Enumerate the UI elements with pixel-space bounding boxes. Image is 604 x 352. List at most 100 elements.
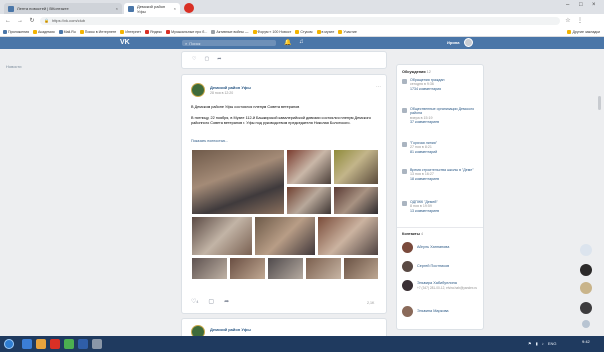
contact-item[interactable]: Сергей Постников: [402, 261, 482, 272]
bookmark-stukom[interactable]: Стуком: [295, 29, 313, 34]
discussion-icon: [402, 142, 407, 147]
search-input[interactable]: ⌕ Поиск: [182, 40, 276, 46]
discussion-item[interactable]: Обращения граждан сегодня в 9:36 1734 ко…: [402, 78, 482, 91]
music-icon[interactable]: ♫: [299, 39, 304, 45]
post-photo[interactable]: [191, 149, 285, 215]
bookmark-mail[interactable]: Mail.Ru: [58, 29, 76, 34]
bookmarks-bar: Приложения Академия Mail.Ru Поиск в Инте…: [0, 27, 604, 37]
bookmark-other[interactable]: Другие закладки: [567, 29, 600, 34]
bookmark-music[interactable]: Музыкальные про б...: [166, 29, 207, 34]
discussion-icon: [402, 201, 407, 206]
discussion-count: 1734 комментария: [410, 86, 442, 91]
post-photo[interactable]: [333, 186, 379, 215]
chrome-icon[interactable]: [64, 339, 74, 349]
like-icon[interactable]: ♡: [192, 56, 196, 62]
bookmark-forum[interactable]: Форум « 100 Новост: [252, 29, 291, 34]
clock[interactable]: 9:42: [582, 339, 590, 345]
post-photo[interactable]: [286, 186, 332, 215]
discussion-item[interactable]: Время строительства школы в "Деме" 13 но…: [402, 168, 482, 181]
bookmark-label: Поиск в Интернете: [84, 29, 117, 34]
left-menu-news[interactable]: Новости: [6, 64, 21, 69]
discussion-item[interactable]: Общественные организации Демского района…: [402, 107, 482, 124]
avatar[interactable]: [580, 282, 592, 294]
comment-icon[interactable]: ▢: [204, 56, 209, 62]
menu-icon[interactable]: ⋮: [576, 17, 584, 24]
new-tab-button[interactable]: [184, 3, 194, 13]
like-button[interactable]: ♡4: [191, 298, 198, 305]
browser-tab-demsky[interactable]: Демский район Уфы ×: [124, 3, 180, 14]
window-close-icon[interactable]: ×: [592, 2, 596, 8]
bookmark-label: в музее: [321, 29, 335, 34]
settings-icon[interactable]: [582, 320, 590, 328]
post-author[interactable]: Демский район Уфы: [210, 327, 251, 332]
star-icon[interactable]: ☆: [564, 17, 572, 24]
post-photo[interactable]: [191, 216, 253, 256]
network-icon[interactable]: ▮: [536, 341, 538, 346]
bookmark-search[interactable]: Поиск в Интернете: [79, 29, 117, 34]
post-body: В пятницу, 22 ноября, в Музее 112-й Башк…: [191, 116, 371, 125]
bookmark-label: Mail.Ru: [63, 29, 76, 34]
user-name[interactable]: Ирина: [447, 40, 459, 45]
notifications-icon[interactable]: 🔔: [284, 39, 291, 46]
discussion-item[interactable]: ОДПЖК "Демей" 8 ноя в 19:59 13 комментар…: [402, 200, 482, 213]
url-input[interactable]: 🔒 https://vk.com/club: [40, 16, 560, 25]
bookmark-museum[interactable]: в музее: [316, 29, 335, 34]
bookmark-participation[interactable]: Участие: [338, 29, 357, 34]
bookmark-apps[interactable]: Приложения: [3, 29, 29, 34]
discussions-title[interactable]: Обсуждения 12: [402, 70, 431, 74]
post-photo[interactable]: [229, 257, 266, 280]
post-photo[interactable]: [286, 149, 332, 185]
share-icon[interactable]: ➦: [217, 56, 221, 62]
contacts-title[interactable]: Контакты 4: [402, 232, 423, 236]
contact-item[interactable]: Айгуль Ханнанова: [402, 242, 482, 253]
post-date[interactable]: 28 ноя в 12:20: [210, 91, 233, 95]
browser-tab-news[interactable]: Лента новостей | ВКонтакте ×: [4, 3, 122, 14]
post-photo[interactable]: [343, 257, 379, 280]
show-more-link[interactable]: Показать полностью...: [191, 139, 228, 143]
minimize-icon[interactable]: –: [566, 2, 569, 8]
folder-icon: [567, 29, 572, 34]
close-icon[interactable]: ×: [174, 6, 176, 11]
comment-icon[interactable]: ▢: [208, 298, 214, 305]
post-photo[interactable]: [317, 216, 379, 256]
contact-item[interactable]: Эльвина Маркова: [402, 306, 482, 317]
avatar[interactable]: [580, 302, 592, 314]
bookmark-internet[interactable]: Интернет: [120, 29, 141, 34]
volume-icon[interactable]: ♪: [542, 341, 544, 346]
ie-icon[interactable]: [22, 339, 32, 349]
bookmark-label: Другие закладки: [572, 29, 600, 34]
scrollbar[interactable]: [598, 96, 601, 110]
reload-icon[interactable]: ↻: [28, 17, 36, 24]
more-options-icon[interactable]: ⋯: [376, 84, 381, 90]
chat-bubble-icon[interactable]: [580, 244, 592, 256]
bookmark-academy[interactable]: Академия: [33, 29, 55, 34]
folder-icon[interactable]: [36, 339, 46, 349]
contact-item[interactable]: Эльвира Хабибуллина +7 (347) 281-00-12, …: [402, 280, 482, 291]
avatar[interactable]: [464, 38, 473, 47]
back-icon[interactable]: ←: [4, 18, 12, 24]
maximize-icon[interactable]: □: [579, 2, 583, 8]
start-button[interactable]: [4, 339, 14, 349]
post-author[interactable]: Демский район Уфы: [210, 85, 251, 90]
system-tray: ⚑ ▮ ♪ ENG: [528, 341, 556, 346]
share-icon[interactable]: ➦: [224, 298, 229, 305]
vk-logo[interactable]: VK: [120, 39, 130, 46]
word-icon[interactable]: [78, 339, 88, 349]
bookmark-yandex[interactable]: Яндекс: [145, 29, 162, 34]
app-icon[interactable]: [92, 339, 102, 349]
forward-icon[interactable]: →: [16, 18, 24, 24]
bookmark-active[interactable]: Активные войны —: [211, 29, 249, 34]
post-photo[interactable]: [254, 216, 316, 256]
post-photo[interactable]: [305, 257, 342, 280]
close-icon[interactable]: ×: [116, 6, 118, 11]
post-photo[interactable]: [333, 149, 379, 185]
avatar: [402, 242, 413, 253]
media-icon[interactable]: [50, 339, 60, 349]
post-photo[interactable]: [191, 257, 228, 280]
flag-icon[interactable]: ⚑: [528, 341, 532, 346]
language-indicator[interactable]: ENG: [548, 341, 557, 346]
avatar[interactable]: [580, 264, 592, 276]
discussion-item[interactable]: "Горячая линия" 27 ноя в 8:21 81 коммент…: [402, 141, 482, 154]
group-avatar[interactable]: [191, 83, 205, 97]
post-photo[interactable]: [267, 257, 304, 280]
